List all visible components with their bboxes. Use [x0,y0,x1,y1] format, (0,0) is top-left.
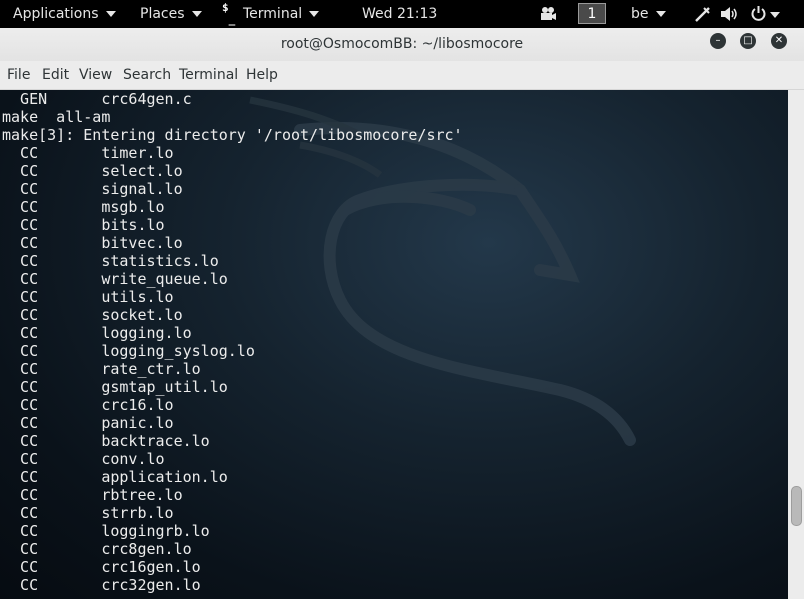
keyboard-layout-menu[interactable]: be [631,0,666,28]
terminal-line: CC logging_syslog.lo [2,342,255,360]
menu-bar: File Edit View Search Terminal Help [0,61,804,90]
workspace-indicator[interactable]: 1 [578,3,606,24]
terminal-line: CC rbtree.lo [2,486,183,504]
chevron-down-icon [655,11,666,17]
terminal-line: CC crc8gen.lo [2,540,192,558]
terminal-line: CC loggingrb.lo [2,522,210,540]
close-button[interactable]: ✕ [771,33,787,49]
terminal-line: CC strrb.lo [2,504,174,522]
speaker-icon[interactable] [720,6,740,22]
applications-menu[interactable]: Applications [13,0,116,28]
terminal-line: CC rate_ctr.lo [2,360,201,378]
terminal-line: CC backtrace.lo [2,432,210,450]
clock-label: Wed 21:13 [362,6,438,22]
power-icon[interactable] [750,5,767,22]
chevron-down-icon [191,11,202,17]
terminal-line: CC timer.lo [2,144,174,162]
terminal-line: CC bitvec.lo [2,234,183,252]
menu-file[interactable]: File [7,61,30,89]
chevron-down-icon[interactable] [770,12,780,18]
terminal-line: CC write_queue.lo [2,270,228,288]
terminal-prompt-icon: $ _ [222,1,236,26]
terminal-line: CC select.lo [2,162,183,180]
terminal-line: CC msgb.lo [2,198,165,216]
terminal-scrollbar[interactable] [788,90,804,599]
window-titlebar[interactable]: root@OsmocomBB: ~/libosmocore – □ ✕ [0,28,804,61]
terminal-line: CC gsmtap_util.lo [2,378,228,396]
window-title: root@OsmocomBB: ~/libosmocore [280,36,524,52]
applications-label: Applications [13,6,99,22]
terminal-line: make all-am [2,108,111,126]
terminal-line: CC logging.lo [2,324,192,342]
terminal-line: CC bits.lo [2,216,165,234]
chevron-down-icon [309,11,320,17]
pen-icon[interactable] [694,5,712,23]
keyboard-layout-label: be [631,6,649,22]
terminal-line: make[3]: Entering directory '/root/libos… [2,126,463,144]
terminal-line: CC statistics.lo [2,252,219,270]
terminal-line: CC crc32gen.lo [2,576,201,594]
terminal-line: CC conv.lo [2,450,165,468]
terminal-line: CC panic.lo [2,414,174,432]
minimize-button[interactable]: – [710,33,726,49]
terminal-line: CC utils.lo [2,288,174,306]
chevron-down-icon [105,11,116,17]
menu-edit[interactable]: Edit [42,61,69,89]
places-menu[interactable]: Places [140,0,202,28]
terminal-lines: GEN crc64gen.c make all-am make[3]: Enteri… [2,90,463,594]
terminal-line: GEN crc64gen.c [2,90,192,108]
camera-icon[interactable] [539,6,557,22]
terminal-app-label: Terminal [243,6,303,22]
terminal-line: CC signal.lo [2,180,183,198]
menu-view[interactable]: View [79,61,112,89]
menu-help[interactable]: Help [246,61,278,89]
top-panel: Applications Places $ _ Terminal Wed 21:… [0,0,804,28]
terminal-line: CC socket.lo [2,306,183,324]
menu-search[interactable]: Search [123,61,171,89]
clock[interactable]: Wed 21:13 [362,0,437,28]
terminal-app-menu[interactable]: Terminal [243,0,320,28]
terminal-output[interactable]: GEN crc64gen.c make all-am make[3]: Enteri… [0,90,788,599]
menu-terminal[interactable]: Terminal [179,61,238,89]
places-label: Places [140,6,185,22]
scrollbar-thumb[interactable] [791,486,802,526]
terminal-line: CC application.lo [2,468,228,486]
terminal-line: CC crc16.lo [2,396,174,414]
terminal-line: CC crc16gen.lo [2,558,201,576]
maximize-button[interactable]: □ [740,33,756,49]
